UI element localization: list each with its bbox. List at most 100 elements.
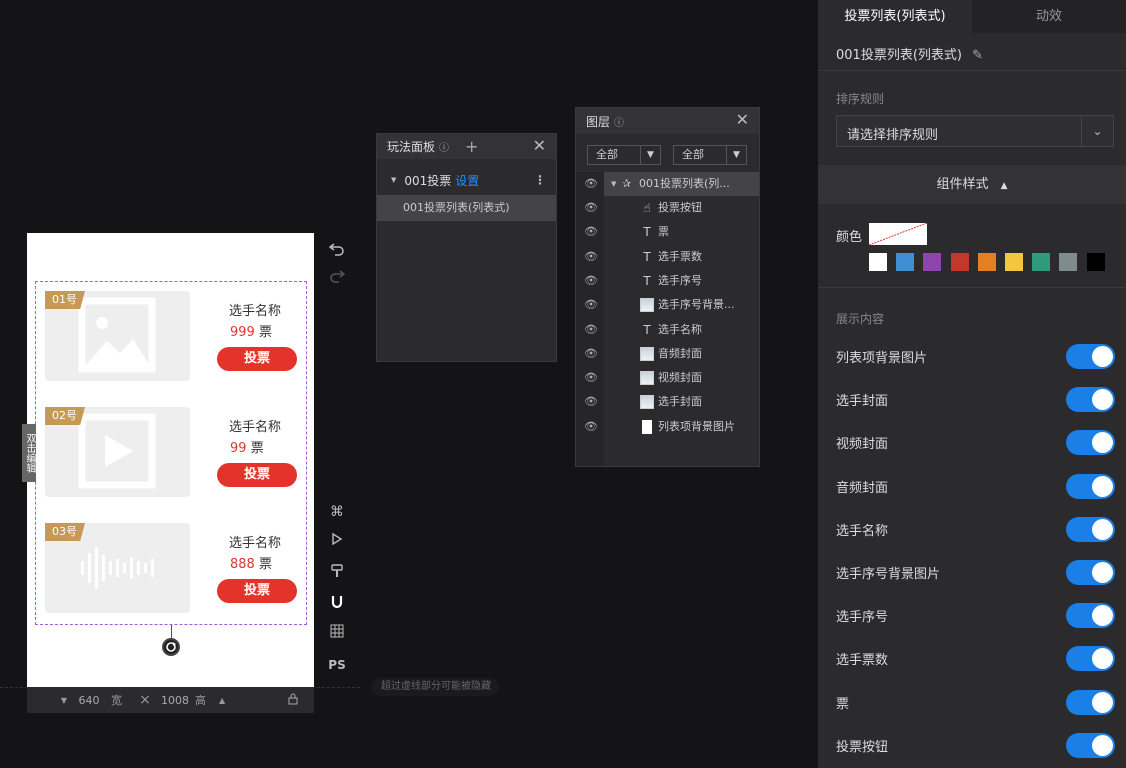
- eye-icon[interactable]: 👁: [584, 342, 598, 366]
- property-tabs: 投票列表(列表式) 动效: [818, 0, 1126, 33]
- preview-play-icon[interactable]: [327, 532, 347, 552]
- color-swatch[interactable]: [1086, 253, 1105, 271]
- caret-down-icon[interactable]: ▼: [611, 172, 616, 196]
- player-votes: 999 票: [230, 325, 272, 340]
- add-icon[interactable]: +: [465, 137, 478, 156]
- eye-icon[interactable]: 👁: [584, 269, 598, 293]
- eye-icon[interactable]: 👁: [584, 172, 598, 196]
- eye-icon[interactable]: 👁: [584, 196, 598, 220]
- vote-button[interactable]: 投票: [217, 579, 297, 603]
- toggle-switch[interactable]: [1066, 387, 1115, 413]
- settings-link[interactable]: 设置: [455, 172, 479, 189]
- chevron-down-icon[interactable]: ▼: [27, 696, 67, 705]
- toggle-switch[interactable]: [1066, 646, 1115, 672]
- display-toggle-row: 选手序号: [818, 600, 1126, 630]
- color-swatch[interactable]: [1032, 253, 1051, 271]
- color-swatch[interactable]: [869, 253, 887, 271]
- layer-row[interactable]: 👁 T 票: [576, 220, 759, 244]
- color-swatch[interactable]: [923, 253, 942, 271]
- layer-panel-header: 图层 ⓘ ✕: [576, 108, 759, 134]
- layer-row[interactable]: 👁 ☝ 投票按钮: [576, 196, 759, 220]
- tab-animation[interactable]: 动效: [972, 0, 1126, 33]
- toggle-label: 投票按钮: [836, 739, 889, 755]
- toggle-label: 票: [836, 696, 850, 712]
- layer-type-select[interactable]: 全部 ▼: [673, 145, 747, 165]
- toggle-switch[interactable]: [1066, 516, 1115, 542]
- eye-icon[interactable]: 👁: [584, 415, 598, 439]
- style-section-header[interactable]: 组件样式 ▲: [818, 165, 1126, 204]
- toggle-switch[interactable]: [1066, 732, 1115, 758]
- eye-icon[interactable]: 👁: [584, 245, 598, 269]
- layer-row[interactable]: 👁 T 选手票数: [576, 245, 759, 269]
- eye-icon[interactable]: 👁: [584, 318, 598, 342]
- color-swatch[interactable]: [1005, 253, 1023, 271]
- vote-button[interactable]: 投票: [217, 347, 297, 371]
- component-name[interactable]: 001投票列表(列表式) ✎: [836, 44, 983, 63]
- layer-row[interactable]: 👁 T 选手名称: [576, 318, 759, 342]
- color-picker[interactable]: [868, 222, 928, 246]
- width-input[interactable]: 640: [67, 694, 111, 707]
- eye-icon[interactable]: 👁: [584, 293, 598, 317]
- info-icon[interactable]: ⓘ: [614, 114, 624, 129]
- eye-icon[interactable]: 👁: [584, 220, 598, 244]
- command-icon[interactable]: ⌘: [327, 502, 347, 522]
- color-swatch[interactable]: [950, 253, 969, 271]
- edit-pencil-icon[interactable]: ✎: [972, 48, 983, 63]
- layer-filter-select[interactable]: 全部 ▼: [587, 145, 661, 165]
- format-brush-icon[interactable]: [327, 563, 347, 583]
- layer-row[interactable]: 👁 选手序号背景...: [576, 293, 759, 317]
- tab-vote-list[interactable]: 投票列表(列表式): [818, 0, 972, 33]
- toggle-switch[interactable]: [1066, 430, 1115, 456]
- ps-import-button[interactable]: PS: [327, 655, 347, 675]
- more-icon[interactable]: ⋮: [534, 173, 546, 187]
- grid-icon[interactable]: [327, 624, 347, 644]
- height-input[interactable]: 1008: [155, 694, 195, 707]
- color-swatch[interactable]: [1059, 253, 1078, 271]
- layer-row-root[interactable]: 👁 ▼ ✰ 001投票列表(列...: [576, 172, 759, 196]
- layer-row[interactable]: 👁 视频封面: [576, 366, 759, 390]
- caret-down-icon[interactable]: ▼: [391, 176, 396, 184]
- toggle-label: 选手序号背景图片: [836, 567, 941, 582]
- text-icon: T: [643, 322, 651, 337]
- player-name: 选手名称: [229, 420, 282, 435]
- layer-row[interactable]: 👁 T 选手序号: [576, 269, 759, 293]
- eye-icon[interactable]: 👁: [584, 366, 598, 390]
- toggle-switch[interactable]: [1066, 603, 1115, 629]
- toggle-switch[interactable]: [1066, 689, 1115, 715]
- undo-icon[interactable]: [327, 242, 347, 262]
- chevron-down-icon: ▼: [726, 146, 746, 164]
- image-icon: [640, 395, 654, 410]
- play-item[interactable]: 001投票列表(列表式): [377, 195, 556, 221]
- play-group-row[interactable]: ▼ 001投票 设置 ⋮: [377, 165, 556, 195]
- magnet-icon[interactable]: [327, 594, 347, 614]
- redo-icon[interactable]: [327, 269, 347, 289]
- layer-label: 选手名称: [658, 322, 702, 336]
- sort-select[interactable]: 请选择排序规则 ⌄: [836, 115, 1114, 147]
- width-label: 宽: [111, 694, 122, 707]
- pointer-icon: ☝: [643, 201, 651, 215]
- toggle-switch[interactable]: [1066, 344, 1115, 369]
- divider: [818, 287, 1126, 288]
- chevron-up-icon[interactable]: ▲: [219, 696, 233, 705]
- layer-row[interactable]: 👁 列表项背景图片: [576, 415, 759, 439]
- toggle-switch[interactable]: [1066, 560, 1115, 585]
- display-toggle-row: 选手名称: [818, 514, 1126, 544]
- info-icon[interactable]: ⓘ: [439, 139, 449, 154]
- layer-row[interactable]: 👁 选手封面: [576, 390, 759, 414]
- toggle-knob: [1092, 432, 1113, 454]
- group-icon: ✰: [622, 177, 632, 190]
- color-swatch[interactable]: [977, 253, 996, 271]
- double-click-edit-tab[interactable]: 双击编辑: [22, 424, 36, 482]
- eye-icon[interactable]: 👁: [584, 390, 598, 414]
- link-icon[interactable]: ×: [135, 692, 155, 708]
- vote-button[interactable]: 投票: [217, 463, 297, 487]
- layer-row[interactable]: 👁 音频封面: [576, 342, 759, 366]
- rotate-icon[interactable]: [162, 638, 180, 656]
- sort-label: 排序规则: [836, 92, 885, 106]
- color-swatch[interactable]: [896, 253, 915, 271]
- close-icon[interactable]: ✕: [533, 136, 546, 155]
- close-icon[interactable]: ✕: [736, 110, 749, 129]
- lock-icon[interactable]: [233, 693, 299, 708]
- toggle-switch[interactable]: [1066, 473, 1115, 499]
- toggle-knob: [1092, 734, 1113, 756]
